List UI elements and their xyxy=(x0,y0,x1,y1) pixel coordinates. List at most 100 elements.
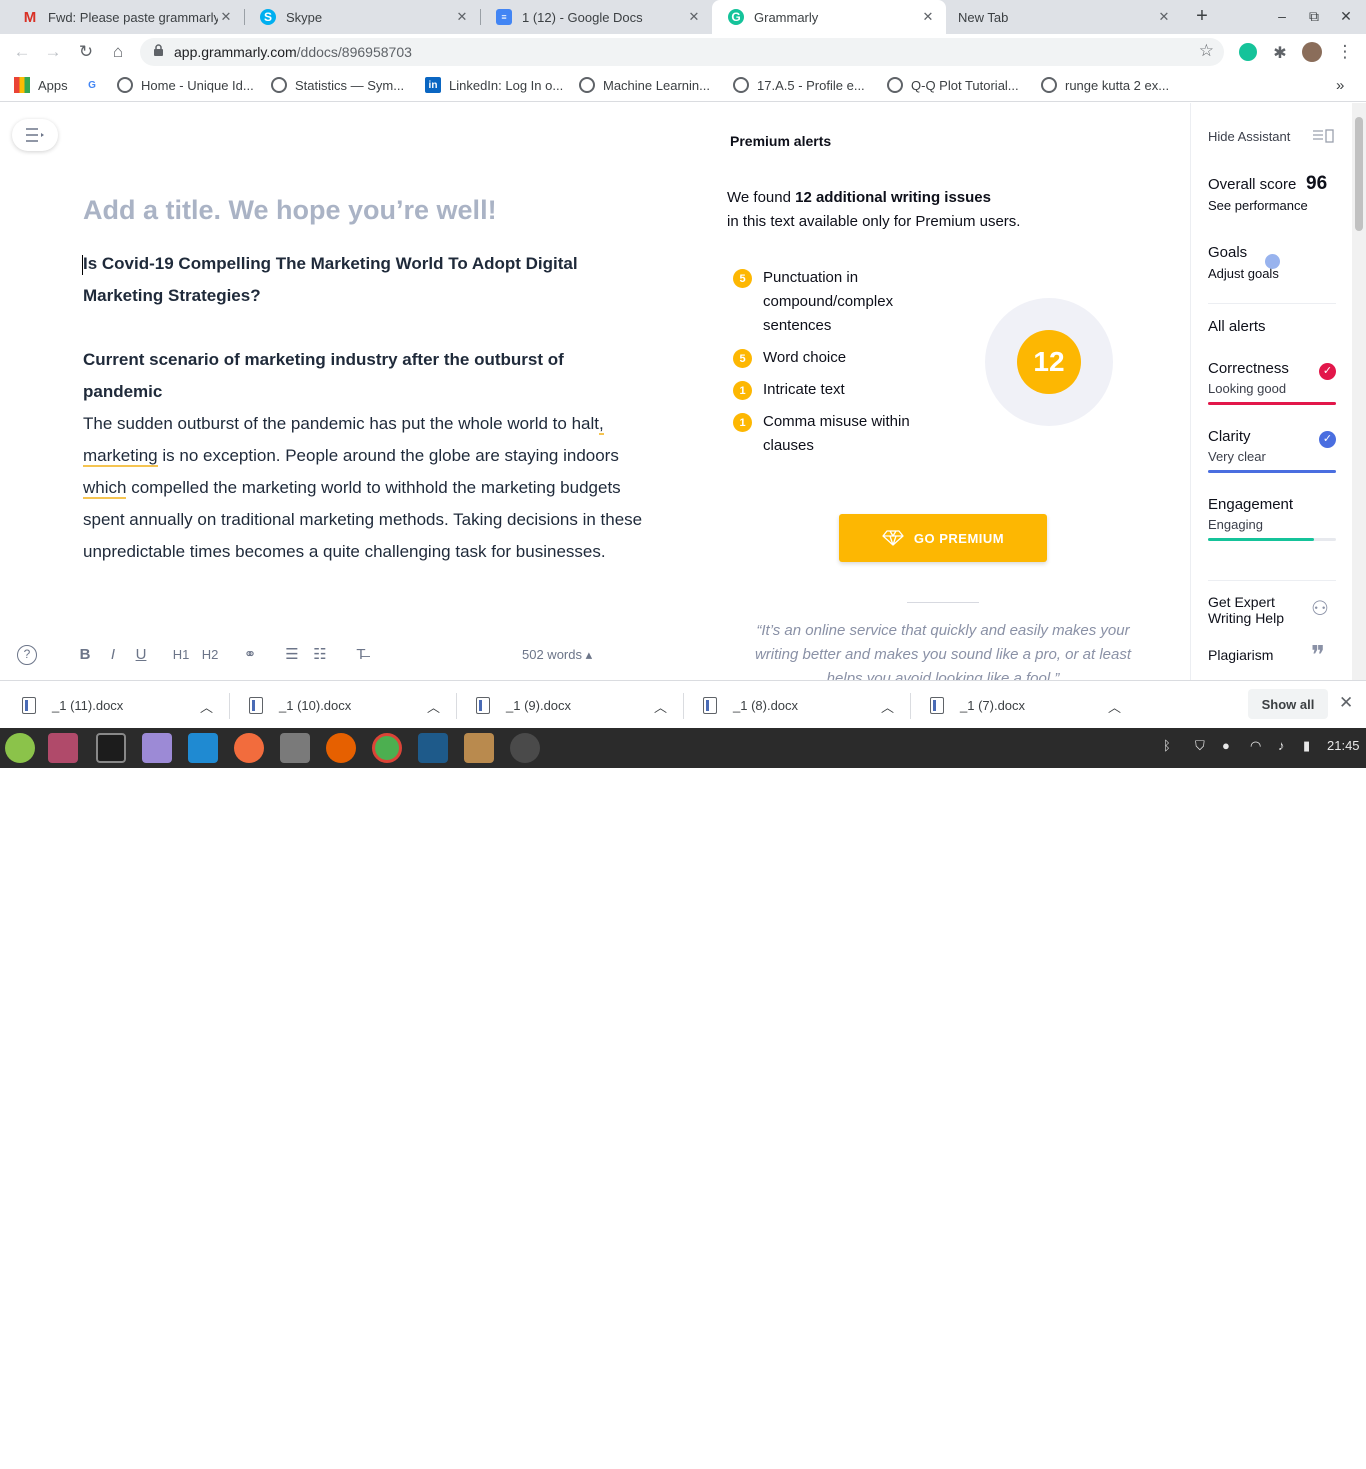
kebab-menu-icon[interactable]: ⋮ xyxy=(1334,41,1356,63)
forward-arrow-icon[interactable]: → xyxy=(42,41,64,63)
page-scrollbar[interactable] xyxy=(1352,103,1366,680)
firefox-icon[interactable] xyxy=(326,733,356,763)
download-item[interactable]: _1 (10).docx xyxy=(249,681,351,729)
tab-skype[interactable]: S Skype ✕ xyxy=(244,0,480,34)
hide-assistant-button[interactable]: Hide Assistant xyxy=(1208,129,1290,144)
document-paragraph[interactable]: The sudden outburst of the pandemic has … xyxy=(83,408,648,568)
numbered-list-icon[interactable]: ☰ xyxy=(282,645,302,665)
expert-help-link[interactable]: Get Expert Writing Help xyxy=(1208,594,1298,626)
close-icon[interactable]: ✕ xyxy=(454,9,470,25)
postman-icon[interactable] xyxy=(234,733,264,763)
help-icon[interactable]: ? xyxy=(17,645,37,665)
tab-new-tab[interactable]: New Tab ✕ xyxy=(946,0,1182,34)
show-desktop-icon[interactable] xyxy=(48,733,78,763)
new-tab-button[interactable]: + xyxy=(1190,5,1214,29)
heading1-button[interactable]: H1 xyxy=(171,645,191,665)
plagiarism-link[interactable]: Plagiarism xyxy=(1208,647,1273,663)
bookmark-runge-kutta[interactable]: runge kutta 2 ex... xyxy=(1041,77,1169,93)
correctness-label[interactable]: Correctness xyxy=(1208,360,1289,377)
chrome-icon[interactable] xyxy=(372,733,402,763)
close-icon[interactable]: ✕ xyxy=(920,9,936,25)
close-icon[interactable]: ✕ xyxy=(686,9,702,25)
link-icon[interactable]: ⚭ xyxy=(240,645,260,665)
wifi-icon[interactable]: ◠ xyxy=(1250,738,1261,754)
bookmark-google[interactable]: G xyxy=(84,77,108,93)
download-item[interactable]: _1 (7).docx xyxy=(930,681,1025,729)
grammarly-extension-icon[interactable] xyxy=(1239,43,1257,61)
minimize-icon[interactable]: – xyxy=(1272,8,1292,24)
word-count[interactable]: 502 words ▴ xyxy=(522,647,592,663)
menu-button[interactable] xyxy=(12,119,58,151)
engagement-label[interactable]: Engagement xyxy=(1208,496,1293,513)
correctness-status: Looking good xyxy=(1208,381,1287,396)
reload-icon[interactable]: ↻ xyxy=(75,41,97,63)
home-icon[interactable]: ⌂ xyxy=(107,41,129,63)
download-item[interactable]: _1 (11).docx xyxy=(22,681,123,729)
chevron-up-icon[interactable]: ︿ xyxy=(427,697,440,716)
puzzle-extensions-icon[interactable]: ✱ xyxy=(1271,43,1289,62)
bulleted-list-icon[interactable]: ☷ xyxy=(310,645,330,665)
close-icon[interactable]: ✕ xyxy=(1156,9,1172,25)
back-arrow-icon[interactable]: ← xyxy=(11,41,33,63)
vscode-icon[interactable] xyxy=(188,733,218,763)
testimonial-quote: “It’s an online service that quickly and… xyxy=(754,622,1132,680)
all-alerts-link[interactable]: All alerts xyxy=(1208,318,1266,335)
tab-gmail[interactable]: M Fwd: Please paste grammarly ✕ xyxy=(6,0,244,34)
bold-button[interactable]: B xyxy=(75,645,95,665)
underlined-issue[interactable]: which xyxy=(83,478,127,499)
tab-google-docs[interactable]: ≡ 1 (12) - Google Docs ✕ xyxy=(480,0,712,34)
document-subheading[interactable]: Current scenario of marketing industry a… xyxy=(83,344,643,408)
see-performance-link[interactable]: See performance xyxy=(1208,198,1308,213)
close-icon[interactable]: ✕ xyxy=(1339,693,1353,713)
bookmark-apps[interactable]: Apps xyxy=(14,77,68,93)
clarity-label[interactable]: Clarity xyxy=(1208,428,1251,445)
mint-menu-icon[interactable] xyxy=(5,733,35,763)
download-item[interactable]: _1 (8).docx xyxy=(703,681,798,729)
bookmark-profile[interactable]: 17.A.5 - Profile e... xyxy=(733,77,865,93)
sidebar-toggle-icon[interactable] xyxy=(1312,129,1334,143)
avatar[interactable] xyxy=(1302,42,1322,62)
download-item[interactable]: _1 (9).docx xyxy=(476,681,571,729)
window-close-icon[interactable]: ✕ xyxy=(1336,8,1356,25)
shield-icon[interactable]: ⛉ xyxy=(1195,738,1205,754)
close-icon[interactable]: ✕ xyxy=(218,9,234,25)
goals-label[interactable]: Goals xyxy=(1208,244,1247,261)
chevron-up-icon[interactable]: ︿ xyxy=(1108,697,1121,716)
heading2-button[interactable]: H2 xyxy=(200,645,220,665)
volume-icon[interactable]: ♪ xyxy=(1278,738,1285,753)
overall-score-label[interactable]: Overall score xyxy=(1208,176,1296,193)
battery-icon[interactable]: ▮ xyxy=(1303,738,1310,754)
files-icon[interactable] xyxy=(142,733,172,763)
go-premium-button[interactable]: GO PREMIUM xyxy=(839,514,1047,562)
underline-button[interactable]: U xyxy=(131,645,151,665)
terminal-icon[interactable] xyxy=(96,733,126,763)
clear-format-icon[interactable]: T̶ xyxy=(351,645,371,665)
maximize-icon[interactable]: ⧉ xyxy=(1304,8,1324,25)
chevron-up-icon[interactable]: ︿ xyxy=(881,697,894,716)
clock[interactable]: 21:45 xyxy=(1327,738,1360,753)
bookmark-machine-learning[interactable]: Machine Learnin... xyxy=(579,77,710,93)
archive-icon[interactable] xyxy=(464,733,494,763)
bookmark-home-unique-id[interactable]: Home - Unique Id... xyxy=(117,77,254,93)
bookmark-statistics[interactable]: Statistics — Sym... xyxy=(271,77,404,93)
adjust-goals-link[interactable]: Adjust goals xyxy=(1208,266,1279,281)
chevron-right-icon[interactable]: » xyxy=(1336,77,1344,94)
tab-grammarly[interactable]: G Grammarly ✕ xyxy=(712,0,946,34)
address-bar[interactable]: app.grammarly.com/ddocs/896958703 ☆ xyxy=(140,38,1224,66)
goals-indicator-dot xyxy=(1265,254,1280,269)
sublime-icon[interactable] xyxy=(280,733,310,763)
document-title[interactable]: Add a title. We hope you’re well! xyxy=(83,195,497,226)
bookmark-qq-plot[interactable]: Q-Q Plot Tutorial... xyxy=(887,77,1019,93)
matlab-icon[interactable] xyxy=(418,733,448,763)
bookmark-star-icon[interactable]: ☆ xyxy=(1199,41,1214,61)
bluetooth-icon[interactable]: ᛒ xyxy=(1163,738,1171,753)
chevron-up-icon[interactable]: ︿ xyxy=(654,697,667,716)
bookmark-linkedin[interactable]: in LinkedIn: Log In o... xyxy=(425,77,563,93)
camera-icon[interactable] xyxy=(510,733,540,763)
italic-button[interactable]: I xyxy=(103,645,123,665)
document-heading[interactable]: Is Covid-19 Compelling The Marketing Wor… xyxy=(83,248,643,312)
os-taskbar: 3 ᛒ ⛉ ● ◠ ♪ ▮ 21:45 xyxy=(0,728,1366,1469)
chevron-up-icon[interactable]: ︿ xyxy=(200,697,213,716)
show-all-button[interactable]: Show all xyxy=(1248,689,1328,719)
chat-icon[interactable]: ● xyxy=(1222,738,1230,753)
